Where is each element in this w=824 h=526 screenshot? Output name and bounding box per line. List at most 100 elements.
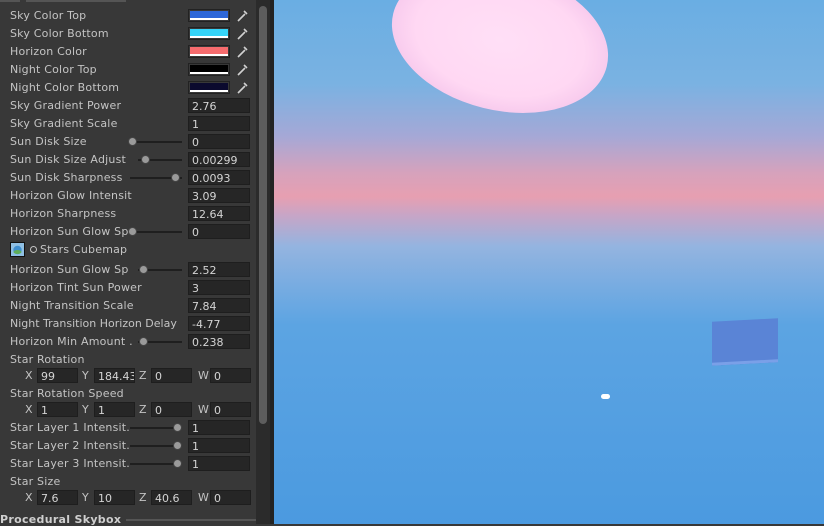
axis-x-label: X	[25, 369, 33, 382]
sun-disk-size-field[interactable]: 0	[188, 134, 250, 149]
axis-y-label: Y	[82, 403, 89, 416]
sky-color-top-row: Sky Color Top	[0, 7, 256, 25]
sky-color-top-swatch[interactable]	[188, 9, 230, 22]
star-rotation-speed-label: Star Rotation Speed	[10, 387, 124, 400]
night-transition-scale-label: Night Transition Scale	[10, 299, 134, 312]
procedural-skybox-header[interactable]: Procedural Skybox	[0, 512, 262, 526]
axis-z-label: Z	[139, 369, 147, 382]
night-color-top-label: Night Color Top	[10, 63, 97, 76]
star-rotation-w-field[interactable]: 0	[210, 368, 251, 383]
axis-w-label: W	[198, 369, 209, 382]
night-transition-horizon-delay-field[interactable]: -4.77	[188, 316, 250, 331]
night-transition-scale-row: Night Transition Scale 7.84	[0, 297, 256, 315]
radio-circle-icon[interactable]	[30, 246, 37, 253]
sun-disk-size-adjust-label: Sun Disk Size Adjust	[10, 153, 127, 166]
star-size-z-field[interactable]: 40.6	[151, 490, 192, 505]
horizon-sun-glow-spread-2-row: Horizon Sun Glow Sp 2.52	[0, 261, 256, 279]
cube-object[interactable]	[712, 318, 778, 366]
axis-z-label: Z	[139, 491, 147, 504]
star-rotation-x-field[interactable]: 99	[37, 368, 78, 383]
star-layer-2-field[interactable]: 1	[188, 438, 250, 453]
star-layer-1-field[interactable]: 1	[188, 420, 250, 435]
horizon-min-amount-slider-knob[interactable]	[139, 337, 148, 346]
night-transition-horizon-delay-label: Night Transition Horizon Delay	[10, 317, 177, 330]
sun-disk-size-slider-knob[interactable]	[128, 137, 137, 146]
sky-gradient-scale-row: Sky Gradient Scale 1	[0, 115, 256, 133]
night-color-top-row: Night Color Top	[0, 61, 256, 79]
night-transition-scale-field[interactable]: 7.84	[188, 298, 250, 313]
horizon-sharpness-label: Horizon Sharpness	[10, 207, 117, 220]
eyedropper-icon[interactable]	[236, 28, 248, 40]
horizon-sun-glow-spread-2-label: Horizon Sun Glow Sp	[10, 263, 129, 276]
star-rotation-speed-x-field[interactable]: 1	[37, 402, 78, 417]
eyedropper-icon[interactable]	[236, 64, 248, 76]
horizon-min-amount-row: Horizon Min Amount . 0.238	[0, 333, 256, 351]
sky-gradient-power-label: Sky Gradient Power	[10, 99, 122, 112]
horizon-sun-glow-spread-slider-knob[interactable]	[128, 227, 137, 236]
horizon-color-label: Horizon Color	[10, 45, 87, 58]
star-layer-3-slider-knob[interactable]	[173, 459, 182, 468]
star-size-label: Star Size	[10, 475, 61, 488]
horizon-glow-intensity-field[interactable]: 3.09	[188, 188, 250, 203]
sun-disk-sharpness-label: Sun Disk Sharpness	[10, 171, 123, 184]
star-size-y-field[interactable]: 10	[94, 490, 135, 505]
horizon-sun-glow-spread-2-slider-knob[interactable]	[139, 265, 148, 274]
star-rotation-speed-w-field[interactable]: 0	[210, 402, 251, 417]
horizon-color-swatch[interactable]	[188, 45, 230, 58]
alpha-bar	[190, 54, 228, 56]
night-color-top-swatch[interactable]	[188, 63, 230, 76]
horizon-sharpness-row: Horizon Sharpness 12.64	[0, 205, 256, 223]
night-color-bottom-row: Night Color Bottom	[0, 79, 256, 97]
horizon-sun-glow-spread-field[interactable]: 0	[188, 224, 250, 239]
eyedropper-icon[interactable]	[236, 82, 248, 94]
night-color-bottom-swatch[interactable]	[188, 81, 230, 94]
small-object[interactable]	[601, 394, 610, 399]
star-rotation-speed-vector: X 1 Y 1 Z 0 W 0	[0, 401, 256, 419]
star-layer-1-label: Star Layer 1 Intensit.	[10, 421, 130, 434]
star-rotation-label: Star Rotation	[10, 353, 85, 366]
sun-disk-sharpness-field[interactable]: 0.0093	[188, 170, 250, 185]
star-layer-2-row: Star Layer 2 Intensit. 1	[0, 437, 256, 455]
eyedropper-icon[interactable]	[236, 46, 248, 58]
alpha-bar	[190, 18, 228, 20]
night-color-bottom-label: Night Color Bottom	[10, 81, 120, 94]
sky-gradient-scale-label: Sky Gradient Scale	[10, 117, 118, 130]
eyedropper-icon[interactable]	[236, 10, 248, 22]
sky-color-bottom-swatch[interactable]	[188, 27, 230, 40]
alpha-bar	[190, 90, 228, 92]
star-size-vector: X 7.6 Y 10 Z 40.6 W 0	[0, 489, 256, 507]
inspector-scrollbar-thumb[interactable]	[259, 6, 267, 424]
horizon-sun-glow-spread-slider[interactable]	[130, 231, 182, 233]
horizon-glow-intensity-label: Horizon Glow Intensit	[10, 189, 132, 202]
top-strip	[0, 0, 256, 2]
star-size-x-field[interactable]: 7.6	[37, 490, 78, 505]
star-rotation-y-field[interactable]: 184.43	[94, 368, 135, 383]
sun-disk-size-adjust-slider-knob[interactable]	[141, 155, 150, 164]
star-rotation-speed-z-field[interactable]: 0	[151, 402, 192, 417]
star-size-w-field[interactable]: 0	[210, 490, 251, 505]
horizon-sharpness-field[interactable]: 12.64	[188, 206, 250, 221]
sky-color-bottom-label: Sky Color Bottom	[10, 27, 109, 40]
star-layer-1-slider-knob[interactable]	[173, 423, 182, 432]
star-layer-3-row: Star Layer 3 Intensit. 1	[0, 455, 256, 473]
horizon-tint-sun-power-label: Horizon Tint Sun Power	[10, 281, 142, 294]
star-rotation-z-field[interactable]: 0	[151, 368, 192, 383]
star-layer-2-label: Star Layer 2 Intensit.	[10, 439, 130, 452]
scene-view[interactable]	[274, 0, 824, 524]
axis-z-label: Z	[139, 403, 147, 416]
cubemap-thumbnail-icon[interactable]	[10, 242, 25, 257]
sun-disk-size-slider[interactable]	[130, 141, 182, 143]
sky-gradient-power-field[interactable]: 2.76	[188, 98, 250, 113]
star-rotation-speed-y-field[interactable]: 1	[94, 402, 135, 417]
horizon-sun-glow-spread-2-field[interactable]: 2.52	[188, 262, 250, 277]
sun-disk-size-adjust-field[interactable]: 0.00299	[188, 152, 250, 167]
sky-gradient-scale-field[interactable]: 1	[188, 116, 250, 131]
header-divider	[126, 519, 262, 521]
horizon-min-amount-field[interactable]: 0.238	[188, 334, 250, 349]
star-layer-3-field[interactable]: 1	[188, 456, 250, 471]
horizon-glow-intensity-row: Horizon Glow Intensit 3.09	[0, 187, 256, 205]
horizon-tint-sun-power-field[interactable]: 3	[188, 280, 250, 295]
star-layer-2-slider-knob[interactable]	[173, 441, 182, 450]
sun-disk-sharpness-slider-knob[interactable]	[171, 173, 180, 182]
stars-cubemap-row: Stars Cubemap	[0, 241, 256, 259]
